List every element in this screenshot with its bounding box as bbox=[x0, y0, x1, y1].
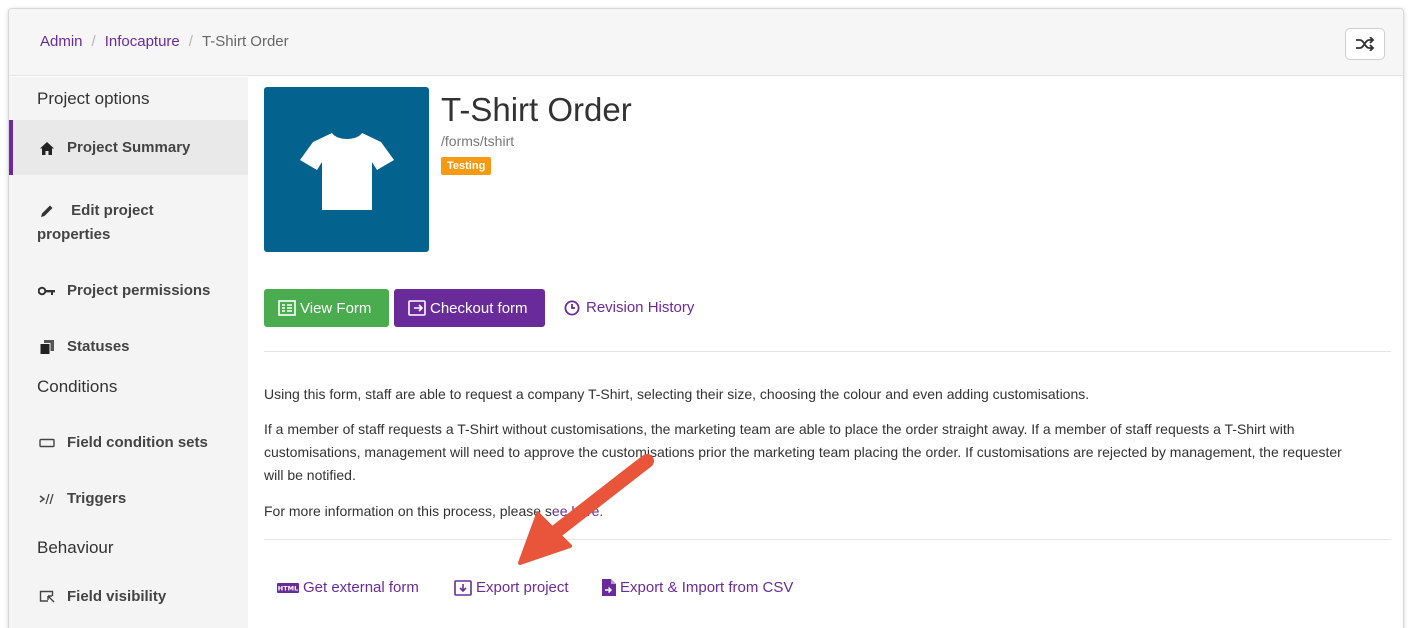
html-icon: HTML bbox=[277, 582, 299, 593]
history-clock-icon bbox=[564, 300, 580, 316]
sidebar-item-field-visibility[interactable]: Field visibility bbox=[9, 588, 248, 606]
sidebar: Project options Project Summary Edit pro… bbox=[9, 77, 248, 628]
sidebar-item-permissions[interactable]: Project permissions bbox=[9, 282, 248, 300]
view-form-button[interactable]: View Form bbox=[264, 289, 389, 327]
sidebar-item-edit-properties[interactable]: Edit project properties bbox=[9, 199, 248, 247]
form-icon bbox=[278, 300, 296, 316]
breadcrumb-separator: / bbox=[188, 33, 193, 50]
home-icon bbox=[37, 139, 57, 157]
input-field-icon bbox=[37, 434, 57, 452]
trigger-icon bbox=[37, 490, 57, 508]
divider bbox=[264, 539, 1391, 540]
sidebar-item-statuses[interactable]: Statuses bbox=[9, 338, 248, 356]
sidebar-heading-behaviour: Behaviour bbox=[37, 538, 114, 557]
revision-history-link[interactable]: Revision History bbox=[564, 299, 694, 316]
key-icon bbox=[37, 282, 57, 300]
breadcrumb-current: T-Shirt Order bbox=[201, 33, 289, 50]
more-info-text: For more information on this process, pl… bbox=[264, 503, 552, 519]
sidebar-item-label: Project permissions bbox=[67, 282, 211, 299]
project-path: /forms/tshirt bbox=[441, 133, 515, 149]
app-window: Admin / Infocapture / T-Shirt Order Proj… bbox=[8, 8, 1404, 628]
pencil-icon bbox=[37, 202, 57, 220]
main-content: T-Shirt Order /forms/tshirt Testing View… bbox=[264, 77, 1403, 628]
field-visibility-icon bbox=[37, 588, 57, 606]
sidebar-item-project-summary[interactable]: Project Summary bbox=[9, 120, 248, 175]
sidebar-item-triggers[interactable]: Triggers bbox=[9, 490, 248, 508]
more-info-link[interactable]: ee here. bbox=[552, 503, 603, 519]
breadcrumb-separator: / bbox=[91, 33, 96, 50]
sidebar-item-label: Project Summary bbox=[67, 139, 191, 156]
export-project-link[interactable]: Export project bbox=[454, 579, 569, 596]
checkout-icon bbox=[408, 300, 426, 316]
sidebar-item-label: Field visibility bbox=[67, 588, 167, 605]
status-badge: Testing bbox=[441, 157, 492, 175]
sidebar-item-label: Statuses bbox=[67, 338, 130, 355]
top-bar: Admin / Infocapture / T-Shirt Order bbox=[9, 9, 1403, 76]
get-external-form-label: Get external form bbox=[303, 579, 419, 596]
sidebar-heading-conditions: Conditions bbox=[37, 377, 118, 396]
export-import-csv-link[interactable]: Export & Import from CSV bbox=[602, 579, 793, 596]
copy-icon bbox=[37, 338, 57, 356]
breadcrumb: Admin / Infocapture / T-Shirt Order bbox=[40, 33, 289, 50]
sidebar-heading-project-options: Project options bbox=[37, 89, 150, 108]
shuffle-icon bbox=[1356, 37, 1375, 51]
description-paragraph: If a member of staff requests a T-Shirt … bbox=[264, 421, 1342, 483]
shuffle-button[interactable] bbox=[1345, 28, 1385, 60]
description-paragraph: Using this form, staff are able to reque… bbox=[264, 386, 1090, 402]
get-external-form-link[interactable]: HTML Get external form bbox=[277, 579, 419, 596]
project-title: T-Shirt Order bbox=[441, 91, 632, 128]
tshirt-icon bbox=[299, 132, 394, 210]
svg-text:HTML: HTML bbox=[278, 584, 298, 592]
export-icon bbox=[454, 579, 472, 596]
view-form-label: View Form bbox=[300, 299, 372, 317]
sidebar-item-label: Triggers bbox=[67, 490, 127, 507]
breadcrumb-infocapture[interactable]: Infocapture bbox=[105, 33, 180, 50]
revision-history-label: Revision History bbox=[586, 299, 695, 316]
export-import-csv-label: Export & Import from CSV bbox=[620, 579, 794, 596]
export-project-label: Export project bbox=[476, 579, 569, 596]
sidebar-item-label: Field condition sets bbox=[67, 434, 208, 451]
checkout-form-button[interactable]: Checkout form bbox=[394, 289, 545, 327]
csv-file-icon bbox=[602, 579, 616, 596]
more-info-paragraph: For more information on this process, pl… bbox=[264, 500, 1363, 523]
breadcrumb-admin[interactable]: Admin bbox=[40, 33, 83, 50]
sidebar-item-field-condition-sets[interactable]: Field condition sets bbox=[9, 434, 248, 452]
divider bbox=[264, 351, 1391, 352]
checkout-form-label: Checkout form bbox=[430, 299, 528, 317]
project-image bbox=[264, 87, 429, 252]
